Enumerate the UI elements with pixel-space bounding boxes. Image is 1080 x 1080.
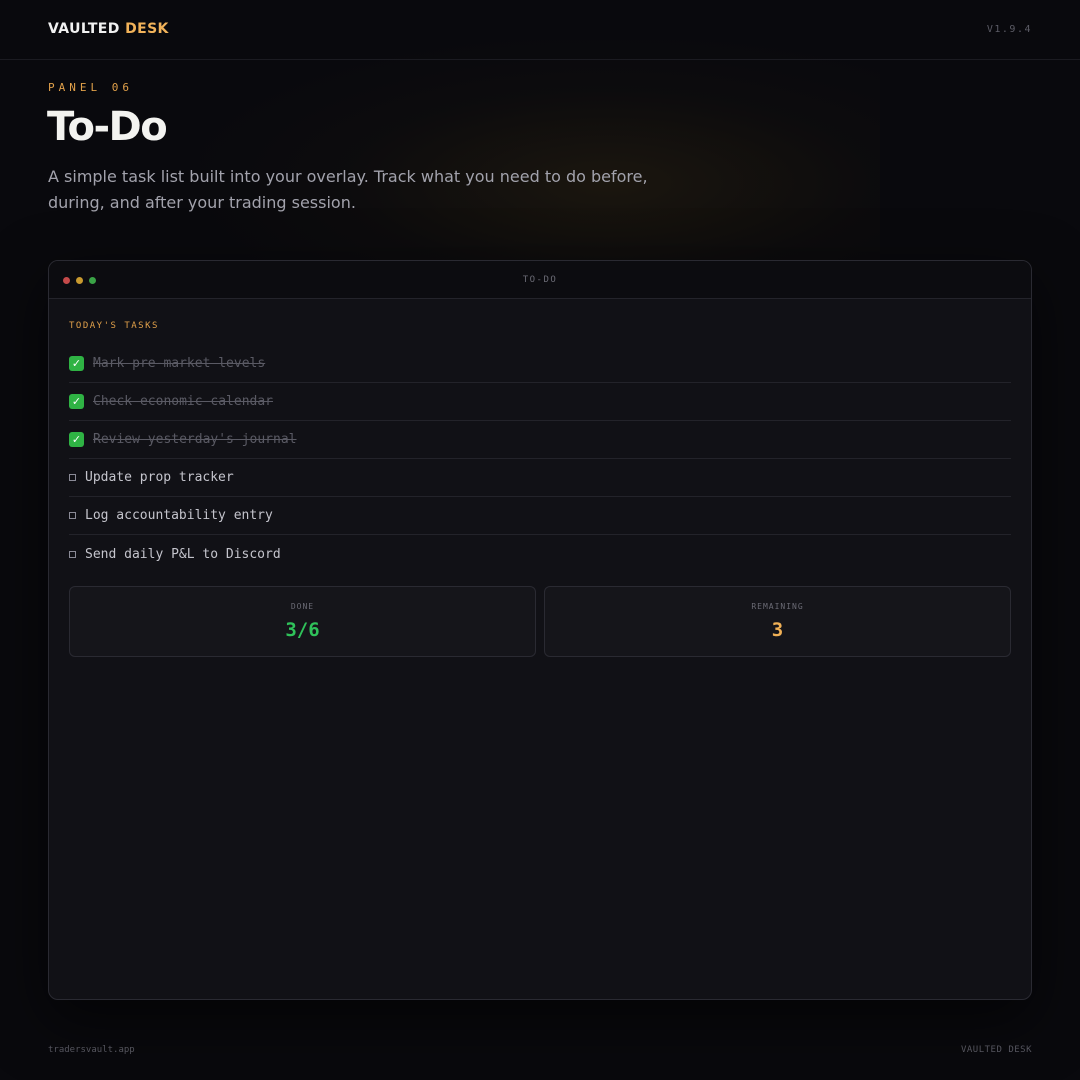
window-title: TO-DO bbox=[522, 275, 558, 285]
brand-primary: VAULTED bbox=[48, 21, 120, 37]
task-label: Check economic calendar bbox=[93, 394, 274, 409]
window-titlebar: TO-DO bbox=[49, 261, 1031, 299]
remaining-stat-value: 3 bbox=[771, 619, 784, 641]
task-item[interactable]: ✓ Review yesterday's journal bbox=[69, 421, 1011, 459]
section-label: TODAY'S TASKS bbox=[69, 321, 159, 331]
task-label: Review yesterday's journal bbox=[93, 432, 297, 447]
page-description: A simple task list built into your overl… bbox=[48, 167, 648, 212]
top-bar: VAULTED DESK V1.9.4 bbox=[0, 0, 1080, 60]
task-item[interactable]: Log accountability entry bbox=[69, 497, 1011, 535]
version-label: V1.9.4 bbox=[986, 24, 1032, 35]
task-list: ✓ Mark pre-market levels ✓ Check economi… bbox=[69, 345, 1011, 573]
done-stat-card: DONE 3/6 bbox=[69, 586, 536, 657]
task-item[interactable]: Update prop tracker bbox=[69, 459, 1011, 497]
done-stat-value: 3/6 bbox=[285, 619, 320, 641]
footer-brand: VAULTED DESK bbox=[960, 1045, 1032, 1055]
checkbox-checked-icon[interactable]: ✓ bbox=[69, 356, 84, 371]
checkbox-empty-icon[interactable] bbox=[69, 474, 76, 481]
page-title: To-Do bbox=[47, 104, 168, 150]
brand-accent: DESK bbox=[125, 21, 169, 37]
task-label: Update prop tracker bbox=[85, 470, 234, 485]
remaining-stat-card: REMAINING 3 bbox=[544, 586, 1011, 657]
checkbox-empty-icon[interactable] bbox=[69, 550, 76, 558]
panel-eyebrow: PANEL 06 bbox=[48, 81, 133, 94]
brand-logo[interactable]: VAULTED DESK bbox=[48, 21, 169, 37]
stats-row: DONE 3/6 REMAINING 3 bbox=[69, 586, 1011, 657]
task-label: Send daily P&L to Discord bbox=[85, 546, 281, 562]
task-item[interactable]: ✓ Check economic calendar bbox=[69, 383, 1011, 421]
checkbox-checked-icon[interactable]: ✓ bbox=[69, 394, 84, 409]
task-item[interactable]: Send daily P&L to Discord bbox=[69, 535, 1011, 573]
checkbox-empty-icon[interactable] bbox=[69, 512, 76, 519]
todo-window: TO-DO TODAY'S TASKS ✓ Mark pre-market le… bbox=[48, 260, 1032, 1000]
footer-url[interactable]: tradersvault.app bbox=[48, 1045, 135, 1055]
checkbox-checked-icon[interactable]: ✓ bbox=[69, 432, 84, 447]
task-label: Mark pre-market levels bbox=[93, 356, 266, 371]
done-stat-label: DONE bbox=[290, 602, 315, 611]
remaining-stat-label: REMAINING bbox=[751, 602, 804, 611]
task-label: Log accountability entry bbox=[85, 508, 273, 523]
task-item[interactable]: ✓ Mark pre-market levels bbox=[69, 345, 1011, 383]
